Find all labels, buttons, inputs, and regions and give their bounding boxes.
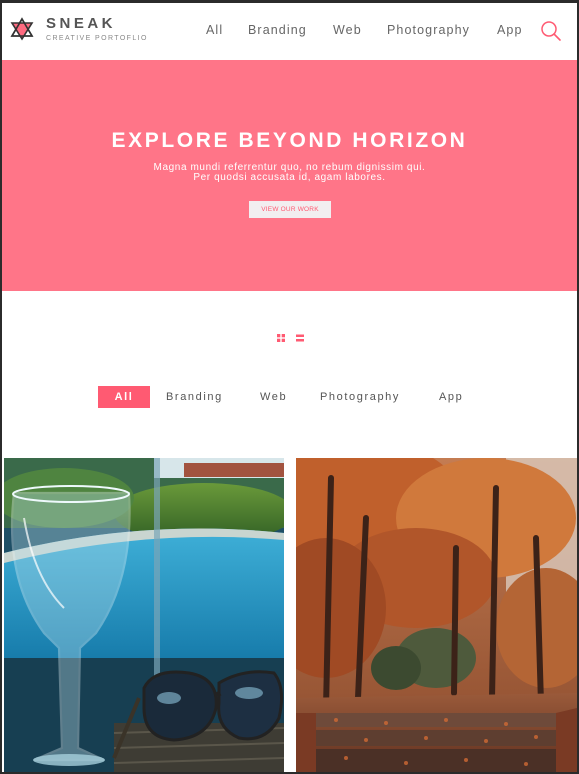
nav-item-web[interactable]: Web: [333, 23, 362, 37]
gallery-photo-autumn[interactable]: [296, 458, 577, 772]
nav-item-all[interactable]: All: [206, 23, 223, 37]
view-our-work-button[interactable]: VIEW OUR WORK: [249, 201, 331, 218]
nav-item-app[interactable]: App: [497, 23, 523, 37]
filter-photography[interactable]: Photography: [320, 386, 400, 408]
brand-name[interactable]: SNEAK: [46, 15, 116, 32]
site-header: SNEAK CREATIVE PORTOFLIO All Branding We…: [2, 3, 577, 60]
filter-branding[interactable]: Branding: [166, 386, 223, 408]
filter-app[interactable]: App: [439, 386, 463, 408]
glass-photo-image: [4, 458, 284, 772]
autumn-photo-image: [296, 458, 577, 772]
brand-tagline: CREATIVE PORTOFLIO: [46, 35, 148, 42]
search-icon[interactable]: [540, 20, 562, 42]
nav-item-branding[interactable]: Branding: [248, 23, 307, 37]
nav-item-photography[interactable]: Photography: [387, 23, 470, 37]
portfolio-page: SNEAK CREATIVE PORTOFLIO All Branding We…: [2, 3, 577, 772]
portfolio-filter: All Branding Web Photography App: [2, 386, 577, 408]
filter-web[interactable]: Web: [260, 386, 287, 408]
hero-subtitle-line-2: Per quodsi accusata id, agam labores.: [193, 172, 386, 183]
list-view-icon[interactable]: [296, 334, 304, 342]
hero-banner: EXPLORE BEYOND HORIZON Magna mundi refer…: [2, 60, 577, 291]
grid-view-icon[interactable]: [277, 334, 285, 342]
hero-title: EXPLORE BEYOND HORIZON: [111, 129, 468, 152]
filter-all[interactable]: All: [98, 386, 150, 408]
hexagram-logo-icon[interactable]: [9, 16, 35, 42]
gallery-photo-glass[interactable]: [4, 458, 284, 772]
